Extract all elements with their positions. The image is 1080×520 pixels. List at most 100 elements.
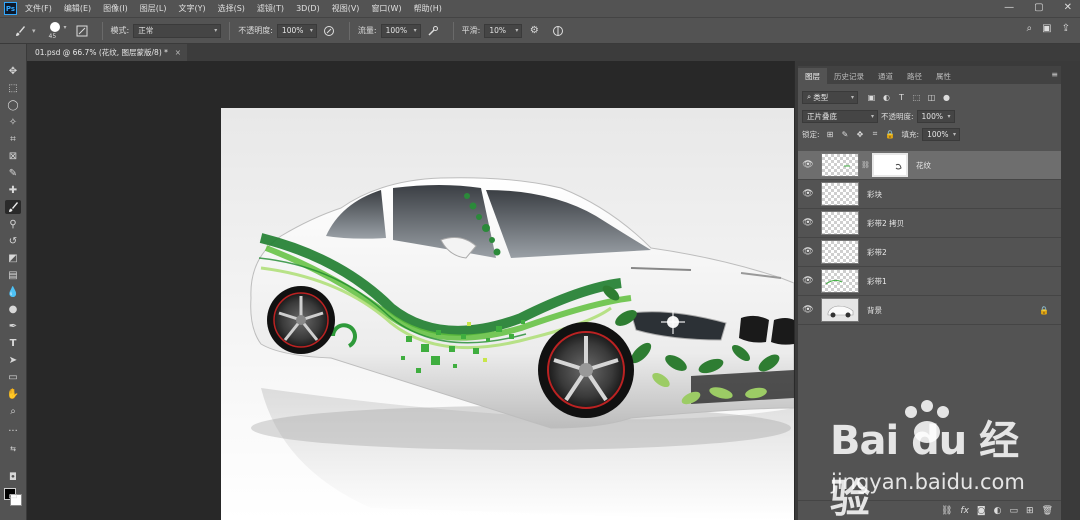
marquee-tool-icon[interactable]: ⬚ xyxy=(5,81,21,95)
fx-icon[interactable]: fx xyxy=(960,506,969,516)
lock-image-icon[interactable]: ✎ xyxy=(840,129,851,140)
new-group-icon[interactable]: ▭ xyxy=(1010,506,1019,516)
mode-select[interactable]: 正常 ▾ xyxy=(133,23,222,38)
layer-row[interactable]: 👁 彩带2 xyxy=(798,238,1061,267)
frame-tool-icon[interactable]: ⊠ xyxy=(5,149,21,163)
menu-select[interactable]: 选择(S) xyxy=(218,3,245,14)
close-icon[interactable]: ✕ xyxy=(1064,2,1072,13)
new-layer-icon[interactable]: ⊞ xyxy=(1026,506,1034,516)
hand-tool-icon[interactable]: ✋ xyxy=(5,387,21,401)
brush-settings-panel-icon[interactable] xyxy=(75,24,89,38)
close-icon[interactable]: × xyxy=(175,48,181,57)
swap-colors-icon[interactable]: ⇆ xyxy=(5,442,21,456)
menu-type[interactable]: 文字(Y) xyxy=(178,3,205,14)
trash-icon[interactable]: 🗑 xyxy=(1042,506,1053,516)
filter-pixel-icon[interactable]: ▣ xyxy=(866,92,877,103)
filter-shape-icon[interactable]: ⬚ xyxy=(911,92,922,103)
document-tab[interactable]: 01.psd @ 66.7% (花纹, 图层蒙版/8) * × xyxy=(27,44,187,61)
menu-window[interactable]: 窗口(W) xyxy=(371,3,401,14)
lock-transparent-icon[interactable]: ⊞ xyxy=(825,129,836,140)
document-canvas[interactable] xyxy=(221,108,794,520)
layer-mask-thumbnail[interactable] xyxy=(872,153,908,177)
menu-3d[interactable]: 3D(D) xyxy=(296,4,320,13)
filter-kind-select[interactable]: ⌕ 类型 ▾ xyxy=(802,90,858,104)
filter-toggle-icon[interactable]: ● xyxy=(941,92,952,103)
pen-tool-icon[interactable]: ✒ xyxy=(5,319,21,333)
tab-paths[interactable]: 路径 xyxy=(900,68,929,84)
history-brush-tool-icon[interactable]: ↺ xyxy=(5,234,21,248)
brush-tool-icon[interactable] xyxy=(13,24,27,38)
smoothing-input[interactable]: 10% ▾ xyxy=(484,23,523,38)
fill-input[interactable]: 100% ▾ xyxy=(922,127,961,141)
menu-edit[interactable]: 编辑(E) xyxy=(64,3,91,14)
screen-mode-icon[interactable]: ▭ xyxy=(5,489,21,503)
layer-row[interactable]: 👁 彩带2 拷贝 xyxy=(798,209,1061,238)
lock-artboard-icon[interactable]: ⌗ xyxy=(870,129,881,140)
layer-row[interactable]: 👁 彩块 xyxy=(798,180,1061,209)
rectangle-tool-icon[interactable]: ▭ xyxy=(5,370,21,384)
layer-row[interactable]: 👁 彩带1 xyxy=(798,267,1061,296)
menu-filter[interactable]: 滤镜(T) xyxy=(257,3,284,14)
clone-stamp-tool-icon[interactable]: ⚲ xyxy=(5,217,21,231)
more-tools-icon[interactable]: ··· xyxy=(5,424,21,438)
layer-row[interactable]: 👁 ⛓ 花纹 xyxy=(798,151,1061,180)
eraser-tool-icon[interactable]: ◩ xyxy=(5,251,21,265)
visibility-eye-icon[interactable]: 👁 xyxy=(800,305,816,315)
blur-tool-icon[interactable]: 💧 xyxy=(5,285,21,299)
layer-row[interactable]: 👁 背景 🔒 xyxy=(798,296,1061,325)
tab-history[interactable]: 历史记录 xyxy=(827,68,871,84)
tool-preset-caret[interactable]: ▾ xyxy=(32,27,36,35)
menu-file[interactable]: 文件(F) xyxy=(25,3,52,14)
flow-input[interactable]: 100% ▾ xyxy=(380,23,421,38)
visibility-eye-icon[interactable]: 👁 xyxy=(800,276,816,286)
magic-wand-tool-icon[interactable]: ✧ xyxy=(5,115,21,129)
symmetry-icon[interactable] xyxy=(551,24,565,38)
add-mask-icon[interactable]: ◙ xyxy=(977,506,986,516)
dodge-tool-icon[interactable]: ● xyxy=(5,302,21,316)
gradient-tool-icon[interactable]: ▤ xyxy=(5,268,21,282)
visibility-eye-icon[interactable]: 👁 xyxy=(800,247,816,257)
search-icon[interactable]: ⌕ xyxy=(1027,23,1033,34)
lasso-tool-icon[interactable]: ◯ xyxy=(5,98,21,112)
lock-position-icon[interactable]: ✥ xyxy=(855,129,866,140)
share-icon[interactable]: ⇪ xyxy=(1062,23,1070,34)
crop-tool-icon[interactable]: ⌗ xyxy=(5,132,21,146)
adjustment-layer-icon[interactable]: ◐ xyxy=(994,506,1002,516)
workspace-icon[interactable]: ▣ xyxy=(1042,23,1051,34)
zoom-tool-icon[interactable]: ⌕ xyxy=(5,404,21,418)
type-tool-icon[interactable]: T xyxy=(5,336,21,350)
maximize-icon[interactable]: ▢ xyxy=(1034,2,1043,13)
path-selection-tool-icon[interactable]: ➤ xyxy=(5,353,21,367)
blend-mode-select[interactable]: 正片叠底 ▾ xyxy=(802,109,878,123)
opacity-input[interactable]: 100% ▾ xyxy=(276,23,317,38)
airbrush-icon[interactable] xyxy=(426,24,440,38)
link-icon[interactable]: ⛓ xyxy=(861,161,870,169)
move-tool-icon[interactable]: ✥ xyxy=(5,64,21,78)
photoshop-logo[interactable]: Ps xyxy=(4,2,17,15)
filter-type-icon[interactable]: T xyxy=(896,92,907,103)
panel-menu-icon[interactable]: ≡ xyxy=(1051,70,1058,79)
filter-smart-object-icon[interactable]: ◫ xyxy=(926,92,937,103)
minimize-icon[interactable]: — xyxy=(1004,2,1014,13)
visibility-eye-icon[interactable]: 👁 xyxy=(800,218,816,228)
menu-image[interactable]: 图像(I) xyxy=(103,3,128,14)
pressure-opacity-icon[interactable] xyxy=(322,24,336,38)
tab-channels[interactable]: 通道 xyxy=(871,68,900,84)
visibility-eye-icon[interactable]: 👁 xyxy=(800,189,816,199)
gear-icon[interactable]: ⚙ xyxy=(527,24,541,38)
lock-all-icon[interactable]: 🔒 xyxy=(885,129,896,140)
visibility-eye-icon[interactable]: 👁 xyxy=(800,160,816,170)
healing-brush-tool-icon[interactable]: ✚ xyxy=(5,183,21,197)
menu-help[interactable]: 帮助(H) xyxy=(414,3,442,14)
layer-opacity-input[interactable]: 100% ▾ xyxy=(916,109,955,123)
menu-view[interactable]: 视图(V) xyxy=(332,3,360,14)
filter-adjustment-icon[interactable]: ◐ xyxy=(881,92,892,103)
brush-preset-picker[interactable]: 45 ▾ xyxy=(44,20,70,42)
menu-layer[interactable]: 图层(L) xyxy=(140,3,167,14)
tab-layers[interactable]: 图层 xyxy=(798,68,827,84)
quick-mask-icon[interactable]: ◘ xyxy=(5,470,21,484)
eyedropper-tool-icon[interactable]: ✎ xyxy=(5,166,21,180)
brush-tool-icon[interactable] xyxy=(5,200,21,214)
tab-properties[interactable]: 属性 xyxy=(929,68,958,84)
link-layers-icon[interactable]: ⛓ xyxy=(941,506,952,516)
